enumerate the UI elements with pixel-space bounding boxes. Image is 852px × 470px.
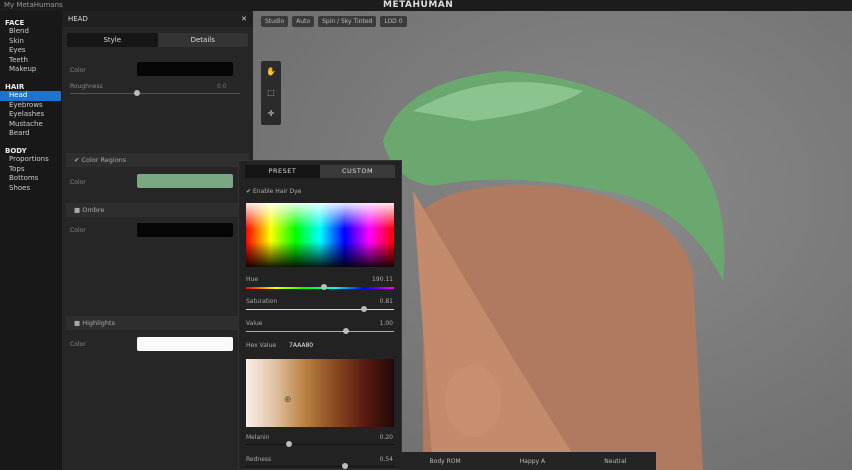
tab-style[interactable]: Style: [67, 33, 158, 47]
viewport-toolbar-item[interactable]: Studio: [261, 16, 289, 27]
color-picker: PRESET CUSTOM ✔ Enable Hair Dye Hue 190.1…: [238, 160, 402, 470]
highlights-color-swatch[interactable]: [137, 337, 233, 351]
roughness-label: Roughness: [70, 83, 103, 90]
value-slider[interactable]: [246, 328, 394, 334]
move-icon[interactable]: ✛: [261, 103, 281, 124]
viewport-toolbar-item[interactable]: LOD 0: [380, 16, 407, 27]
hex-label: Hex Value: [246, 342, 277, 349]
sidebar-item-tops[interactable]: Tops: [0, 165, 61, 175]
neutral-button[interactable]: Neutral: [604, 458, 626, 465]
sidebar-item-makeup[interactable]: Makeup: [0, 65, 61, 75]
panel-title: HEAD: [68, 15, 88, 23]
color-swatch[interactable]: [137, 62, 233, 76]
close-icon[interactable]: ✕: [241, 15, 247, 23]
head-panel: HEAD ✕ Style Details Color Roughness 0.0 ✔…: [62, 11, 253, 470]
nav-section-body: BODY: [5, 146, 27, 155]
viewport-toolbar-item[interactable]: Auto: [292, 16, 315, 27]
color-regions-section[interactable]: ✔ Color Regions: [66, 153, 249, 167]
highlights-color-label: Color: [70, 341, 86, 348]
body-rom-button[interactable]: Body ROM: [430, 458, 461, 465]
ombre-color-label: Color: [70, 227, 86, 234]
sidebar-item-eyelashes[interactable]: Eyelashes: [0, 110, 61, 120]
value-value[interactable]: 1.00: [380, 320, 393, 327]
top-bar: My MetaHumans METAHUMAN: [0, 0, 852, 11]
sidebar-item-proportions[interactable]: Proportions: [0, 155, 61, 165]
roughness-value[interactable]: 0.0: [217, 83, 227, 90]
color-spectrum[interactable]: [246, 203, 394, 267]
saturation-value[interactable]: 0.81: [380, 298, 393, 305]
metahuman-logo: METAHUMAN: [383, 0, 454, 10]
value-label: Value: [246, 320, 263, 327]
regions-color-swatch[interactable]: [137, 174, 233, 188]
nav-section-face: FACE: [5, 19, 25, 27]
highlights-section[interactable]: ■ Highlights: [66, 316, 249, 330]
animation-bar: Body ROM Happy A Neutral: [400, 452, 656, 470]
sidebar-item-eyes[interactable]: Eyes: [0, 46, 61, 56]
regions-color-label: Color: [70, 179, 86, 186]
side-toolbar: ✋ ⬚ ✛: [261, 61, 281, 125]
melanin-gradient[interactable]: ⊕: [246, 359, 394, 427]
tab-details[interactable]: Details: [158, 33, 249, 47]
hex-input[interactable]: 7AAA80: [289, 342, 313, 349]
app-title[interactable]: My MetaHumans: [4, 1, 63, 9]
sidebar-item-mustache[interactable]: Mustache: [0, 120, 61, 130]
tab-custom[interactable]: CUSTOM: [320, 165, 395, 178]
hue-value[interactable]: 190.11: [372, 276, 393, 283]
tab-preset[interactable]: PRESET: [245, 165, 320, 178]
happy-a-button[interactable]: Happy A: [520, 458, 545, 465]
sidebar-item-bottoms[interactable]: Bottoms: [0, 174, 61, 184]
viewport-toolbar-item[interactable]: Spin / Sky Tinted: [318, 16, 377, 27]
redness-value[interactable]: 0.54: [380, 456, 393, 463]
melanin-value[interactable]: 0.20: [380, 434, 393, 441]
hue-slider[interactable]: [246, 284, 394, 290]
sidebar-item-shoes[interactable]: Shoes: [0, 184, 61, 194]
hue-label: Hue: [246, 276, 259, 283]
sidebar-item-skin[interactable]: Skin: [0, 37, 61, 47]
nav-section-hair: HAIR: [5, 82, 25, 91]
redness-slider[interactable]: [246, 463, 394, 469]
sidebar-item-teeth[interactable]: Teeth: [0, 56, 61, 66]
hand-icon[interactable]: ✋: [261, 61, 281, 82]
saturation-slider[interactable]: [246, 306, 394, 312]
redness-label: Redness: [246, 456, 272, 463]
melanin-slider[interactable]: [246, 441, 394, 447]
crosshair-icon[interactable]: ⊕: [284, 395, 292, 405]
select-icon[interactable]: ⬚: [261, 82, 281, 103]
sidebar: FACE Blend Skin Eyes Teeth Makeup HAIR Head Eyeb…: [0, 11, 61, 470]
ombre-color-swatch[interactable]: [137, 223, 233, 237]
enable-hair-dye-checkbox[interactable]: ✔ Enable Hair Dye: [246, 188, 301, 195]
melanin-label: Melanin: [246, 434, 270, 441]
sidebar-item-eyebrows[interactable]: Eyebrows: [0, 101, 61, 111]
roughness-slider[interactable]: [70, 90, 240, 96]
ombre-section[interactable]: ■ Ombre: [66, 203, 249, 217]
saturation-label: Saturation: [246, 298, 278, 305]
sidebar-item-blend[interactable]: Blend: [0, 27, 61, 37]
sidebar-item-head[interactable]: Head: [0, 90, 61, 101]
color-label: Color: [70, 67, 86, 74]
sidebar-item-beard[interactable]: Beard: [0, 129, 61, 139]
